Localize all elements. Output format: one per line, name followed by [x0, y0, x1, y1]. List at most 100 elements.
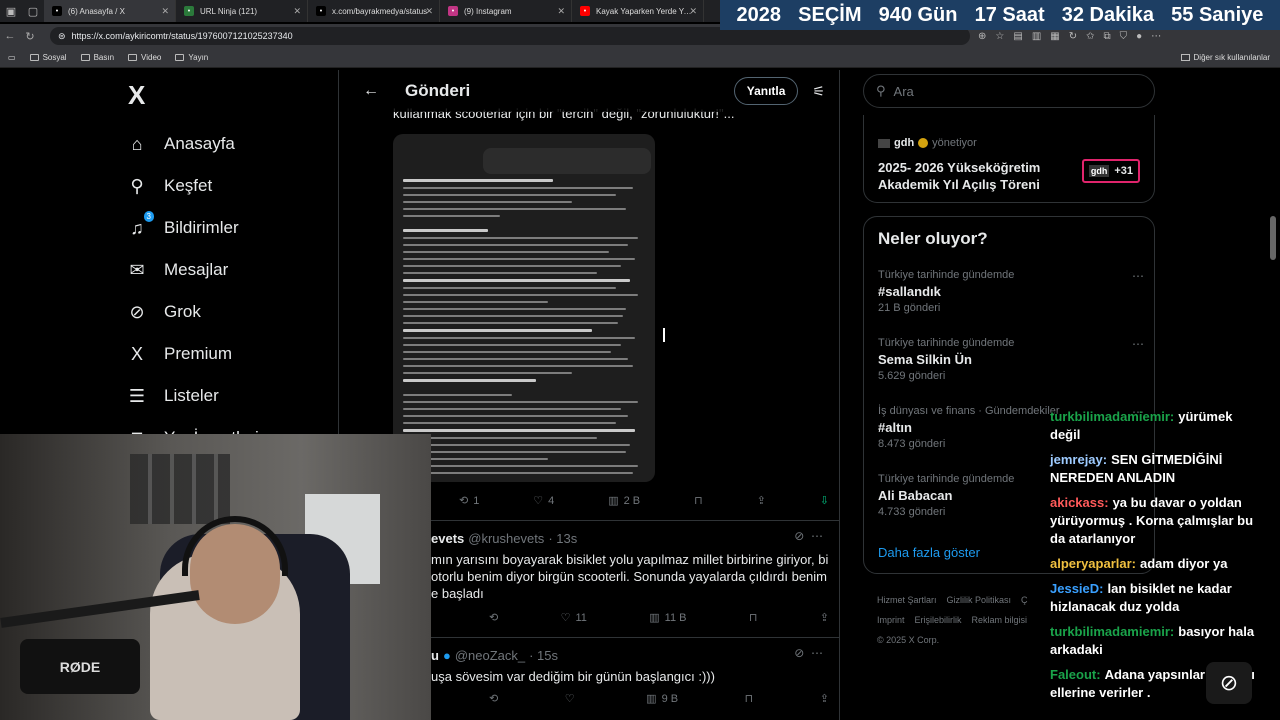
- close-icon[interactable]: ✕: [161, 6, 169, 17]
- download-button[interactable]: ⇩: [820, 494, 829, 507]
- browser-tab[interactable]: • Kayak Yaparken Yerde Yata ✕: [572, 0, 704, 22]
- image-text-line: [403, 315, 624, 317]
- image-text-line: [403, 429, 636, 432]
- share-button[interactable]: ⇪: [820, 611, 829, 624]
- bookmark-folder[interactable]: Yayın: [175, 53, 208, 62]
- footer-link[interactable]: Hizmet Şartları: [877, 595, 937, 605]
- close-icon[interactable]: ✕: [293, 6, 301, 17]
- post-action-bar: ⟲ 1 ♡ 4 ▥ 2 B ⊓ ⇪ ⇩: [459, 494, 829, 508]
- reply-button[interactable]: Yanıtla: [733, 77, 799, 105]
- browser-tab[interactable]: • (6) Anasayfa / X ✕: [44, 0, 176, 22]
- extension-icon[interactable]: ▥: [1032, 31, 1041, 42]
- bookmark-folder[interactable]: Basın: [80, 53, 114, 62]
- collections-icon[interactable]: ⧉: [1104, 31, 1111, 42]
- close-icon[interactable]: ✕: [557, 6, 565, 17]
- nav-item-grok[interactable]: ⊘ Grok: [118, 291, 338, 333]
- nav-item-search[interactable]: ⚲ Keşfet: [118, 165, 338, 207]
- footer-link[interactable]: Gizlilik Politikası: [947, 595, 1012, 605]
- chat-username[interactable]: alperyaparlar:: [1050, 556, 1136, 571]
- nav-item-mail[interactable]: ✉ Mesajlar: [118, 249, 338, 291]
- chat-username[interactable]: Faleout:: [1050, 667, 1101, 682]
- extension-icon[interactable]: ▤: [1013, 31, 1022, 42]
- chat-username[interactable]: jemrejay:: [1050, 452, 1107, 467]
- profile-icon[interactable]: ●: [1136, 31, 1142, 42]
- browser-tab[interactable]: • URL Ninja (121) ✕: [176, 0, 308, 22]
- footer-link[interactable]: Imprint: [877, 615, 905, 625]
- nav-label: Grok: [164, 302, 201, 321]
- back-icon[interactable]: ←: [0, 30, 20, 42]
- views-button[interactable]: ▥ 9 B: [646, 692, 678, 706]
- chat-username[interactable]: turkbilimadamiemir:: [1050, 409, 1174, 424]
- nav-item-home[interactable]: ⌂ Anasayfa: [118, 123, 338, 165]
- share-button[interactable]: ⇪: [757, 494, 766, 507]
- extension-icon[interactable]: ▦: [1050, 31, 1059, 42]
- views-button[interactable]: ▥ 11 B: [649, 611, 686, 625]
- repost-button[interactable]: ⟲: [489, 692, 498, 705]
- window-menu-icon[interactable]: ▣: [0, 0, 22, 22]
- show-more-link[interactable]: Daha fazla göster: [878, 545, 980, 560]
- home-icon: ⌂: [131, 133, 143, 154]
- views-button[interactable]: ▥ 2 B: [608, 494, 640, 508]
- sliders-icon[interactable]: ⚟: [812, 83, 825, 100]
- chat-username[interactable]: turkbilimadamiemir:: [1050, 624, 1174, 639]
- image-text-line: [403, 237, 638, 239]
- scrollbar-thumb[interactable]: [1270, 216, 1276, 260]
- live-event-card[interactable]: gdh yönetiyor 2025- 2026 Yükseköğretim A…: [863, 115, 1155, 203]
- like-button[interactable]: ♡ 11: [561, 611, 587, 625]
- trend-item[interactable]: Türkiye tarihinde gündemde Sema Silkin Ü…: [878, 337, 1144, 382]
- browser-tab[interactable]: • x.com/bayrakmedya/status ✕: [308, 0, 440, 22]
- footer-link[interactable]: Ç: [1021, 595, 1028, 605]
- image-text-line: [403, 244, 629, 246]
- more-dots-icon[interactable]: ⋯: [1132, 337, 1144, 351]
- bookmark-button[interactable]: ⊓: [694, 494, 703, 507]
- repost-button[interactable]: ⟲ 1: [459, 494, 479, 508]
- chat-username[interactable]: JessieD:: [1050, 581, 1103, 596]
- close-icon[interactable]: ✕: [425, 6, 433, 17]
- repost-icon: ⟲: [489, 693, 499, 705]
- bookmark-folder[interactable]: Video: [128, 53, 161, 62]
- more-dots-icon[interactable]: ⋯: [1132, 269, 1144, 283]
- favorites-icon[interactable]: ✩: [1086, 31, 1094, 42]
- footer-link[interactable]: Reklam bilgisi: [972, 615, 1028, 625]
- image-text-line: [403, 287, 616, 289]
- nav-item-bell[interactable]: ♫ 3 Bildirimler: [118, 207, 338, 249]
- screenshot-image[interactable]: [393, 134, 655, 482]
- browser-tab[interactable]: • (9) Instagram ✕: [440, 0, 572, 22]
- bookmark-button[interactable]: ⊓: [745, 692, 754, 705]
- chat-username[interactable]: akickass:: [1050, 495, 1109, 510]
- share-icon: ⇪: [819, 693, 829, 705]
- site-info-icon[interactable]: ⊜: [58, 31, 66, 42]
- star-icon[interactable]: ☆: [995, 31, 1004, 42]
- shield-icon[interactable]: ⛉: [1120, 31, 1128, 42]
- tab-actions-icon[interactable]: ▢: [22, 0, 44, 22]
- like-button[interactable]: ♡: [565, 692, 580, 705]
- nav-item-x-premium[interactable]: X Premium: [118, 333, 338, 375]
- grok-icon[interactable]: ⊘: [794, 529, 804, 543]
- more-dots-icon[interactable]: ⋯: [811, 646, 823, 660]
- other-bookmarks[interactable]: Diğer sık kullanılanlar: [1180, 53, 1270, 62]
- like-button[interactable]: ♡ 4: [533, 494, 554, 508]
- footer-link[interactable]: Erişilebilirlik: [915, 615, 962, 625]
- more-dots-icon[interactable]: ⋯: [811, 529, 823, 543]
- refresh-extension-icon[interactable]: ↻: [1069, 31, 1077, 42]
- streamer-webcam: RØDE: [0, 434, 431, 720]
- nav-item-list[interactable]: ☰ Listeler: [118, 375, 338, 417]
- search-input[interactable]: ⚲ Ara: [863, 74, 1155, 108]
- repost-button[interactable]: ⟲: [489, 611, 498, 624]
- bookmark-folder[interactable]: Sosyal: [29, 53, 67, 62]
- reload-icon[interactable]: ↻: [20, 30, 40, 43]
- share-button[interactable]: ⇪: [820, 692, 829, 705]
- trend-item[interactable]: Türkiye tarihinde gündemde #sallandık 21…: [878, 269, 1144, 314]
- grok-icon[interactable]: ⊘: [794, 646, 804, 660]
- image-text-line: [403, 301, 549, 303]
- bookmark-toggle-icon[interactable]: ▭: [8, 53, 16, 62]
- zoom-icon[interactable]: ⊕: [978, 31, 986, 42]
- footer-link[interactable]: © 2025 X Corp.: [877, 635, 939, 645]
- x-logo-icon[interactable]: X: [128, 80, 338, 111]
- close-icon[interactable]: ✕: [689, 6, 697, 17]
- back-arrow-icon[interactable]: ←: [363, 82, 379, 100]
- menu-dots-icon[interactable]: ⋯: [1151, 31, 1161, 42]
- stream-logo-icon: ⊘: [1206, 662, 1252, 704]
- tab-title: (6) Anasayfa / X: [68, 6, 125, 16]
- bookmark-button[interactable]: ⊓: [749, 611, 758, 624]
